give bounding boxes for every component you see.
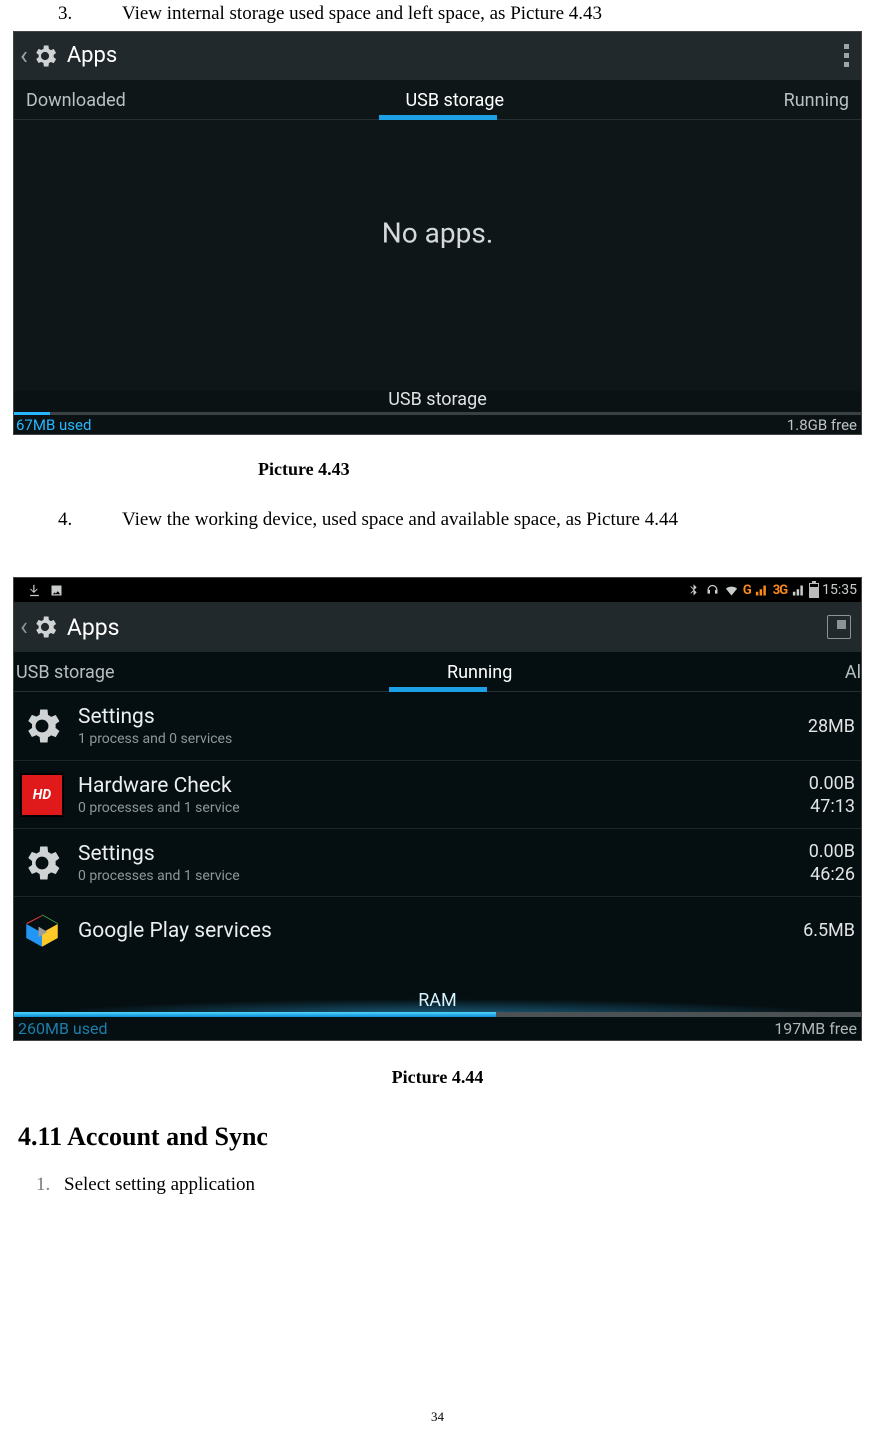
caption-443: Picture 4.43 — [258, 459, 857, 480]
tab-running[interactable]: Running — [782, 86, 851, 119]
step-list: 1.Select setting application — [36, 1174, 857, 1196]
instr-3-text: View internal storage used space and lef… — [122, 3, 602, 24]
app-size: 6.5MB — [803, 920, 855, 941]
back-chevron-icon[interactable]: ‹ — [20, 612, 28, 642]
bluetooth-icon — [686, 582, 702, 598]
app-size: 28MB — [808, 716, 855, 737]
settings-gear-icon — [31, 42, 59, 70]
storage-bar-used — [14, 412, 50, 415]
storage-bar: USB storage 67MB used 1.8GB free — [14, 391, 861, 434]
app-runtime: 46:26 — [809, 864, 855, 885]
app-name: Hardware Check — [78, 774, 240, 798]
app-icon-settings — [20, 841, 64, 885]
storage-bar-label: USB storage — [388, 389, 487, 410]
show-cached-icon[interactable] — [827, 615, 851, 639]
ram-bar-used — [14, 1012, 496, 1017]
page-number: 34 — [431, 1409, 444, 1425]
list-item[interactable]: HD Hardware Check 0 processes and 1 serv… — [14, 760, 861, 828]
app-titlebar: ‹ Apps — [14, 602, 861, 652]
app-title: Apps — [67, 614, 120, 641]
step-1-number: 1. — [36, 1174, 64, 1196]
instr-4-number: 4. — [58, 508, 122, 533]
list-item[interactable]: Google Play services 6.5MB — [14, 896, 861, 964]
signal-icon — [790, 582, 806, 598]
instruction-3: 3.View internal storage used space and l… — [58, 2, 857, 27]
app-runtime: 47:13 — [809, 796, 855, 817]
app-icon-play-services — [20, 909, 64, 953]
active-tab-underline — [379, 115, 497, 120]
back-chevron-icon[interactable]: ‹ — [20, 41, 28, 71]
image-icon — [48, 582, 64, 598]
app-titlebar: ‹ Apps — [14, 32, 861, 80]
tabs: Downloaded USB storage Running — [14, 80, 861, 120]
app-subtitle: 0 processes and 1 service — [78, 868, 240, 884]
screenshot-444: G 3G 15:35 ‹ Apps USB storage Running Al… — [13, 577, 862, 1041]
battery-icon — [809, 583, 819, 598]
app-subtitle: 1 process and 0 services — [78, 731, 232, 747]
instruction-4: 4.View the working device, used space an… — [58, 508, 857, 533]
ram-free-text: 197MB free — [774, 1019, 857, 1038]
network-3g-label: 3G — [773, 583, 787, 598]
tab-downloaded[interactable]: Downloaded — [24, 86, 128, 119]
app-name: Settings — [78, 842, 240, 866]
running-apps-list: Settings 1 process and 0 services 28MB H… — [14, 692, 861, 964]
wifi-icon — [724, 582, 740, 598]
tab-usb-storage[interactable]: USB storage — [14, 658, 117, 691]
tabs: USB storage Running Al — [14, 652, 861, 692]
settings-gear-icon — [31, 613, 59, 641]
ram-used-text: 260MB used — [18, 1019, 107, 1038]
ram-bar-free — [496, 1012, 861, 1017]
section-title: 4.11 Account and Sync — [18, 1122, 857, 1152]
screenshot-443: ‹ Apps Downloaded USB storage Running No… — [13, 31, 862, 435]
headphones-icon — [705, 582, 721, 598]
list-item[interactable]: Settings 1 process and 0 services 28MB — [14, 692, 861, 760]
empty-state-text: No apps. — [382, 216, 493, 249]
list-item[interactable]: Settings 0 processes and 1 service 0.00B… — [14, 828, 861, 896]
ram-bar: RAM 260MB used 197MB free — [14, 992, 861, 1040]
caption-444: Picture 4.44 — [18, 1067, 857, 1088]
ram-bar-label: RAM — [418, 990, 457, 1011]
tab-all[interactable]: Al — [843, 658, 861, 691]
download-icon — [26, 582, 42, 598]
active-tab-underline — [389, 687, 487, 692]
app-name: Settings — [78, 705, 232, 729]
instr-3-number: 3. — [58, 2, 122, 27]
storage-bar-bg — [14, 412, 861, 415]
network-g-icon: G — [743, 583, 751, 598]
app-size: 0.00B — [809, 841, 855, 862]
app-size: 0.00B — [809, 773, 855, 794]
status-bar: G 3G 15:35 — [14, 578, 861, 602]
storage-free-text: 1.8GB free — [787, 416, 857, 434]
overflow-menu-icon[interactable] — [844, 44, 855, 67]
storage-used-text: 67MB used — [16, 416, 91, 434]
app-name: Google Play services — [78, 919, 272, 943]
instr-4-text: View the working device, used space and … — [122, 509, 678, 530]
status-time: 15:35 — [822, 582, 857, 598]
app-icon-settings — [20, 704, 64, 748]
signal-3g-icon — [754, 582, 770, 598]
app-subtitle: 0 processes and 1 service — [78, 800, 240, 816]
app-icon-hd: HD — [20, 773, 64, 817]
step-1-text: Select setting application — [64, 1174, 255, 1195]
app-title: Apps — [67, 43, 117, 68]
